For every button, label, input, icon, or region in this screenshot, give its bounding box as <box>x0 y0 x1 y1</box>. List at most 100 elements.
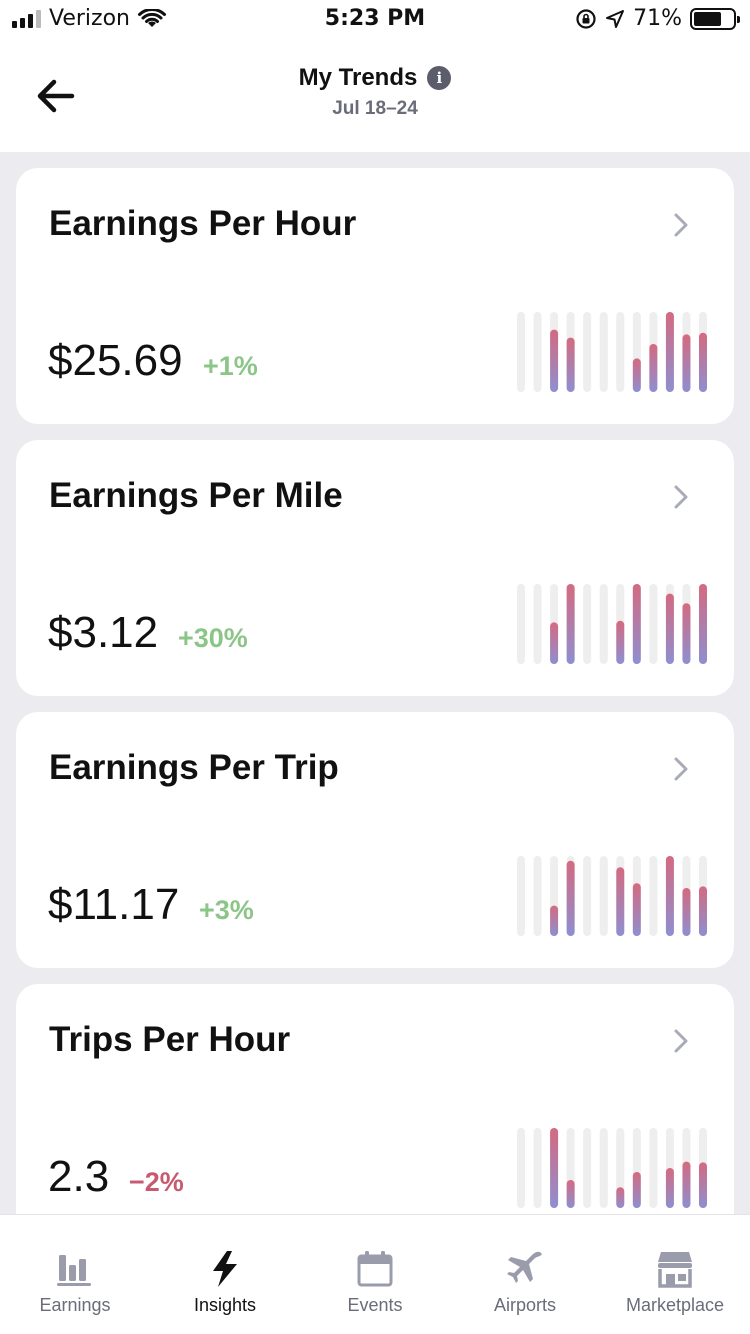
card-change: −2% <box>129 1167 184 1197</box>
card-title: Earnings Per Trip <box>49 748 339 787</box>
bar <box>665 312 674 392</box>
bar <box>550 622 559 664</box>
card-change: +3% <box>199 895 254 925</box>
tab-insights[interactable]: Insights <box>150 1215 300 1334</box>
bar-track <box>517 856 525 936</box>
bar <box>566 584 575 664</box>
bar-track <box>583 312 592 392</box>
tab-label: Marketplace <box>625 1295 725 1315</box>
bar <box>632 883 641 936</box>
bar-track <box>599 856 608 936</box>
card-value: $3.12 <box>48 608 159 657</box>
bar-track <box>649 584 658 664</box>
date-range: Jul 18–24 <box>332 98 418 119</box>
bar <box>699 332 707 392</box>
bar <box>616 1187 625 1208</box>
page-title: My Trends <box>298 64 418 91</box>
bar <box>632 358 641 392</box>
bar-chart-icon <box>57 1255 91 1286</box>
location-arrow-icon <box>606 9 625 28</box>
battery-icon <box>690 7 740 30</box>
bar <box>550 905 559 936</box>
bar-track <box>533 1128 542 1208</box>
bar <box>699 584 707 664</box>
bar-track <box>649 1128 658 1208</box>
bar-track <box>533 856 542 936</box>
bar-track <box>583 856 592 936</box>
bar-track <box>599 312 608 392</box>
bar-track <box>517 312 525 392</box>
card-earnings-per-hour[interactable]: Earnings Per Hour $25.69 +1% <box>16 168 734 424</box>
bar-track <box>533 312 542 392</box>
bar <box>682 603 691 664</box>
card-change: +1% <box>203 351 258 381</box>
bar <box>566 1180 575 1208</box>
battery-percent: 71% <box>633 6 682 31</box>
card-earnings-per-mile[interactable]: Earnings Per Mile $3.12 +30% <box>16 440 734 696</box>
bar <box>550 329 559 392</box>
chevron-right-icon <box>674 213 688 237</box>
bar <box>682 1161 691 1208</box>
bar <box>682 888 691 936</box>
header-title-block: My Trends i Jul 18–24 <box>0 64 750 120</box>
card-earnings-per-trip[interactable]: Earnings Per Trip $11.17 +3% <box>16 712 734 968</box>
bottom-tab-bar: Earnings Insights Events Airports Market… <box>0 1214 750 1334</box>
lightning-bolt-icon <box>213 1251 237 1287</box>
bar-track <box>599 584 608 664</box>
trend-cards: Earnings Per Hour $25.69 +1% Earnings Pe… <box>16 168 734 1256</box>
bar <box>550 1128 559 1208</box>
bar <box>665 1168 674 1208</box>
bar <box>665 593 674 664</box>
tab-airports[interactable]: Airports <box>450 1215 600 1334</box>
chevron-right-icon <box>674 485 688 509</box>
page-title-row: My Trends i <box>299 64 452 92</box>
bar <box>699 886 707 936</box>
card-title: Earnings Per Mile <box>49 476 343 515</box>
bar <box>616 620 625 664</box>
info-icon[interactable]: i <box>427 66 452 90</box>
card-trips-per-hour[interactable]: Trips Per Hour 2.3 −2% <box>16 984 734 1240</box>
tab-label: Earnings <box>39 1295 111 1315</box>
chevron-right-icon <box>674 757 688 781</box>
calendar-icon <box>357 1251 393 1287</box>
tab-label: Airports <box>493 1295 556 1315</box>
bar <box>699 1162 707 1208</box>
airplane-icon <box>507 1251 542 1283</box>
mini-bar-chart <box>517 1128 707 1208</box>
bar-track <box>616 312 625 392</box>
card-value: $11.17 <box>48 880 180 929</box>
tab-events[interactable]: Events <box>300 1215 450 1334</box>
bar-track <box>583 584 592 664</box>
orientation-lock-icon <box>576 8 596 29</box>
bar <box>616 867 625 936</box>
bar-track <box>649 856 658 936</box>
bar-track <box>583 1128 592 1208</box>
mini-bar-chart <box>517 584 707 664</box>
bar <box>566 860 575 936</box>
tab-marketplace[interactable]: Marketplace <box>600 1215 750 1334</box>
mini-bar-chart <box>517 312 707 392</box>
tab-label: Insights <box>193 1295 257 1315</box>
bar <box>566 337 575 392</box>
card-value: 2.3 <box>48 1152 110 1201</box>
card-title: Trips Per Hour <box>49 1020 291 1059</box>
chevron-right-icon <box>674 1029 688 1053</box>
status-bar: Verizon 5:23 PM 71% <box>0 0 750 40</box>
storefront-icon <box>658 1252 692 1288</box>
bar <box>632 1172 641 1208</box>
header: My Trends i Jul 18–24 <box>0 40 750 152</box>
status-right: 71% <box>575 6 740 31</box>
bar-track <box>517 584 525 664</box>
tab-earnings[interactable]: Earnings <box>0 1215 150 1334</box>
bar <box>682 334 691 392</box>
bar-track <box>517 1128 525 1208</box>
bar <box>649 344 658 392</box>
card-change: +30% <box>178 623 248 653</box>
bar-track <box>533 584 542 664</box>
bar-track <box>599 1128 608 1208</box>
bar <box>632 584 641 664</box>
mini-bar-chart <box>517 856 707 936</box>
bar <box>665 856 674 936</box>
tab-label: Events <box>347 1295 403 1315</box>
card-value: $25.69 <box>48 336 183 385</box>
